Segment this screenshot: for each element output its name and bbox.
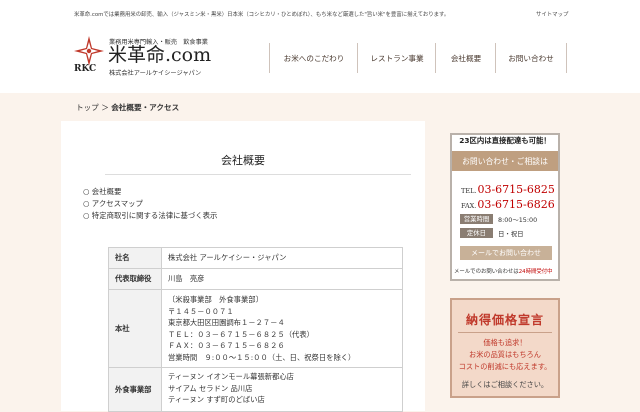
row-value-ceo: 川島 亮彦 [161, 268, 403, 290]
breadcrumb-home[interactable]: トップ [76, 103, 99, 112]
restaurant-line: ティーヌン イオンモール幕張新都心店 [168, 372, 294, 381]
business-hours: 営業時間 8:00～15:00 [460, 214, 537, 224]
fax-number: FAX.03-6715-6826 [461, 198, 555, 211]
mail-note: メールでのお問い合わせは24時間受付中 [454, 267, 553, 275]
nav-restaurant[interactable]: レストラン事業 [357, 43, 436, 73]
holiday-label: 定休日 [460, 228, 493, 238]
holiday-value: 日・祝日 [498, 229, 524, 238]
phone-label: TEL. [461, 187, 477, 195]
promo-divider [458, 332, 552, 333]
nav-company[interactable]: 会社概要 [435, 43, 496, 73]
hq-line: 東京都大田区田園調布１－２７－４ [168, 318, 285, 327]
logo-star-icon[interactable] [74, 36, 104, 66]
row-value-restaurant: ティーヌン イオンモール幕張新都心店 サイアム セラドン 品川店 ティーヌン す… [161, 367, 403, 412]
sitemap-link[interactable]: サイトマップ [536, 10, 568, 18]
hq-line: 〔米殺事業部 外食事業部〕 [168, 295, 263, 304]
hq-line: 〒１４５－００７１ [168, 306, 234, 316]
toc-company-overview[interactable]: ○ 会社概要 [83, 186, 121, 197]
mail-note-highlight: 24時間受付中 [518, 269, 553, 275]
page-title: 会社概要 [221, 154, 265, 167]
restaurant-line: サイアム セラドン 品川店 [168, 383, 253, 393]
row-value-hq: 〔米殺事業部 外食事業部〕 〒１４５－００７１ 東京都大田区田園調布１－２７－４… [161, 289, 403, 368]
hq-line: 営業時間 ９:００～１５:００（土、日、祝祭日を除く） [168, 352, 356, 362]
row-label-ceo: 代表取締役 [108, 268, 162, 290]
nav-rice-commitment[interactable]: お米へのこだわり [269, 43, 358, 73]
header-tagline: 米革命.comでは業務用米の卸売、輸入（ジャスミン米・黒米）日本米（コシヒカリ・… [74, 12, 450, 18]
holidays: 定休日 日・祝日 [460, 228, 524, 238]
promo-line: 価格も追求！ [483, 338, 527, 347]
promo-line: コストの削減にも応えます。 [458, 362, 552, 371]
table-row: 本社 〔米殺事業部 外食事業部〕 〒１４５－００７１ 東京都大田区田園調布１－２… [108, 289, 403, 368]
mail-note-text: メールでのお問い合わせは [454, 269, 519, 275]
fax-value: 03-6715-6826 [477, 198, 555, 211]
fax-label: FAX. [461, 202, 477, 210]
logo-company-name: 株式会社アールケイシージャパン [109, 70, 202, 77]
table-row: 代表取締役 川島 亮彦 [108, 268, 403, 290]
row-label-hq: 本社 [108, 289, 162, 368]
breadcrumb-separator: ＞ [101, 103, 109, 112]
table-row: 外食事業部 ティーヌン イオンモール幕張新都心店 サイアム セラドン 品川店 テ… [108, 367, 403, 412]
row-label-name: 社名 [108, 247, 162, 269]
hq-line: ＦＡＸ：０３－６７１５－６８２６ [168, 341, 285, 350]
hours-label: 営業時間 [460, 214, 493, 224]
hours-value: 8:00～15:00 [498, 215, 538, 224]
company-info-table: 社名 株式会社 アールケイシー・ジャパン 代表取締役 川島 亮彦 本社 〔米殺事… [108, 247, 403, 412]
promo-line: 詳しくはご相談ください。 [461, 380, 549, 389]
row-label-restaurant: 外食事業部 [108, 367, 162, 412]
toc-access-map[interactable]: ○ アクセスマップ [83, 198, 143, 209]
delivery-area-note: 23区内は直接配達も可能！ [459, 136, 551, 145]
hq-line: ＴＥＬ：０３－６７１５－６８２５（代表） [168, 329, 314, 339]
promo-title: 納得価格宣言 [465, 313, 544, 327]
breadcrumb: トップ ＞ 会社概要・アクセス [76, 102, 179, 113]
contact-header: お問い合わせ・ご相談は [452, 151, 558, 171]
table-row: 社名 株式会社 アールケイシー・ジャパン [108, 247, 403, 269]
mail-contact-button[interactable]: メールでお問い合わせ [460, 246, 552, 260]
nav-contact[interactable]: お問い合わせ [495, 43, 567, 73]
title-divider [105, 174, 411, 175]
logo-rkc: RKC [74, 64, 97, 74]
row-value-name: 株式会社 アールケイシー・ジャパン [161, 247, 403, 269]
phone-number[interactable]: TEL.03-6715-6825 [461, 183, 555, 196]
toc-commercial-law[interactable]: ○ 特定商取引に関する法律に基づく表示 [83, 210, 217, 221]
phone-value: 03-6715-6825 [477, 183, 555, 196]
breadcrumb-current: 会社概要・アクセス [111, 103, 180, 112]
logo-title[interactable]: 米革命.com [108, 44, 211, 66]
promo-line: お米の品質はもちろん [469, 350, 541, 359]
